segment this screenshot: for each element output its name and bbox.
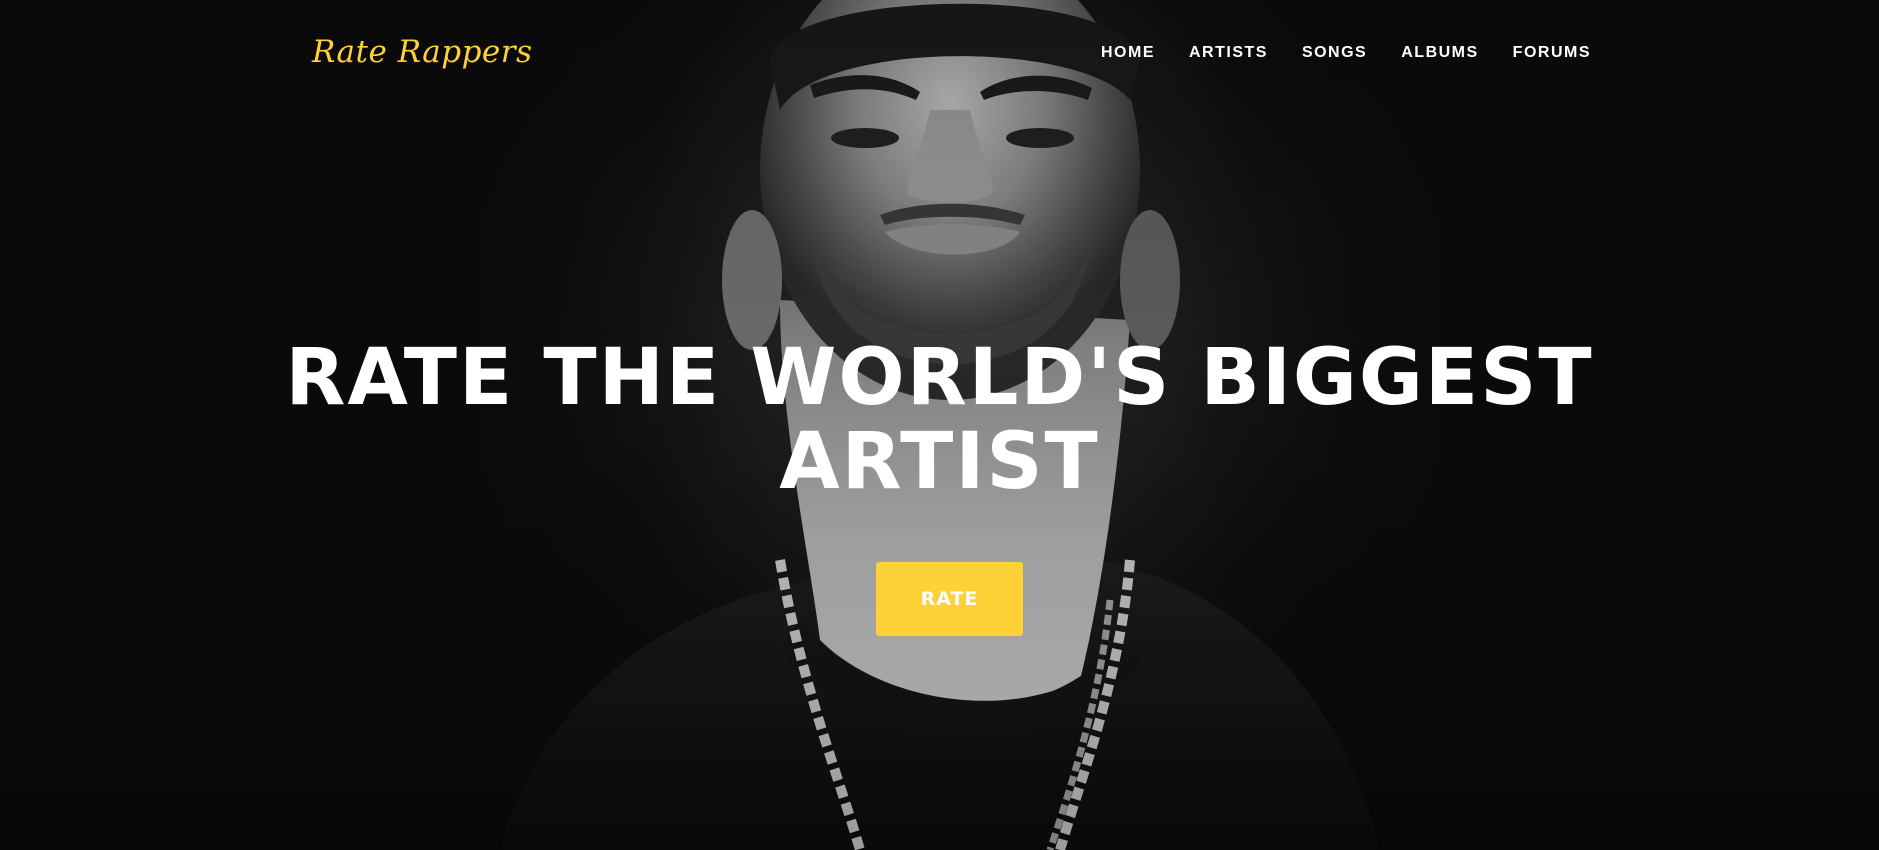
brand-logo-link[interactable]: Rate Rappers [312, 34, 533, 70]
nav-link-forums[interactable]: FORUMS [1496, 44, 1591, 62]
nav-link-albums[interactable]: ALBUMS [1384, 44, 1495, 62]
nav-item-songs: SONGS [1285, 44, 1384, 62]
nav-item-home: HOME [1084, 44, 1172, 62]
nav-link-home[interactable]: HOME [1084, 44, 1172, 62]
nav-link-artists[interactable]: ARTISTS [1172, 44, 1285, 62]
nav-link-songs[interactable]: SONGS [1285, 44, 1384, 62]
hero-heading: RATE THE WORLD'S BIGGEST ARTIST [0, 336, 1879, 504]
top-navbar: Rate Rappers HOME ARTISTS SONGS ALBUMS F… [0, 0, 1879, 110]
nav-item-artists: ARTISTS [1172, 44, 1285, 62]
main-nav: HOME ARTISTS SONGS ALBUMS FORUMS [1084, 44, 1591, 62]
hero-heading-line-2: ARTIST [779, 417, 1100, 507]
hero-section: Rate Rappers HOME ARTISTS SONGS ALBUMS F… [0, 0, 1879, 850]
nav-item-albums: ALBUMS [1384, 44, 1495, 62]
hero-heading-line-1: RATE THE WORLD'S BIGGEST [285, 333, 1594, 423]
rate-button[interactable]: RATE [876, 562, 1023, 636]
nav-item-forums: FORUMS [1496, 44, 1591, 62]
